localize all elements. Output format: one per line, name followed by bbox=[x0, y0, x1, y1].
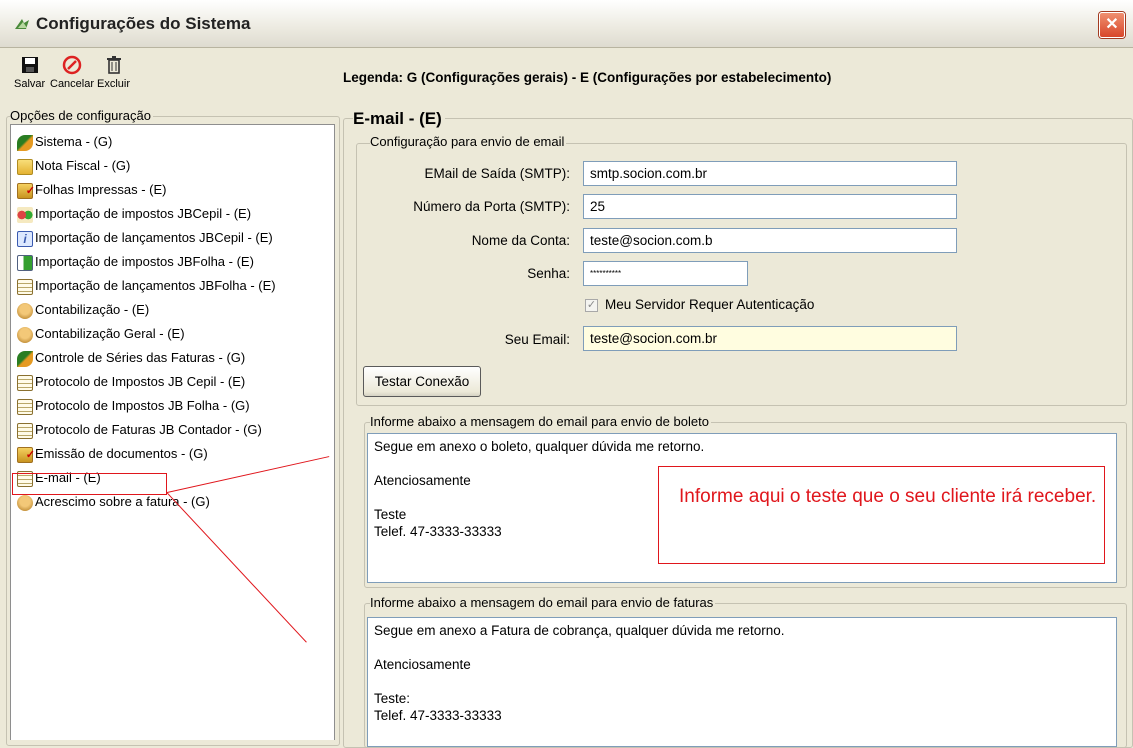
tree-item-label: Protocolo de Impostos JB Cepil - (E) bbox=[35, 374, 246, 389]
tree-item-label: Protocolo de Faturas JB Contador - (G) bbox=[35, 422, 262, 437]
save-button[interactable]: Salvar bbox=[14, 54, 45, 90]
account-input[interactable]: teste@socion.com.b bbox=[583, 228, 957, 253]
tree-item[interactable]: Protocolo de Impostos JB Cepil - (E) bbox=[17, 371, 245, 393]
hand-icon bbox=[17, 326, 33, 343]
checked-folder-icon bbox=[17, 180, 35, 202]
tree-item[interactable]: Emissão de documentos - (G) bbox=[17, 443, 208, 466]
cancel-label: Cancelar bbox=[50, 78, 95, 90]
password-input[interactable]: ********** bbox=[583, 261, 748, 286]
tree-item-label: Controle de Séries das Faturas - (G) bbox=[35, 350, 246, 365]
annotation-callout: Informe aqui o teste que o seu cliente i… bbox=[658, 466, 1105, 564]
your-email-label: Seu Email: bbox=[504, 332, 570, 347]
hand-icon bbox=[17, 302, 33, 319]
app-icon bbox=[15, 19, 29, 29]
smtp-group-title: Configuração para envio de email bbox=[370, 134, 567, 149]
people-icon bbox=[17, 206, 33, 223]
leaf-icon bbox=[17, 134, 33, 151]
account-label: Nome da Conta: bbox=[471, 233, 570, 248]
section-title: E-mail - (E) bbox=[353, 109, 445, 129]
tree-item[interactable]: i Importação de lançamentos JBCepil - (E) bbox=[17, 227, 273, 249]
tree-item[interactable]: Sistema - (G) bbox=[17, 131, 112, 153]
tree-item-label: Emissão de documentos - (G) bbox=[35, 446, 208, 461]
notepad-icon bbox=[17, 422, 33, 439]
notepad-icon bbox=[17, 278, 33, 295]
floppy-disk-icon bbox=[21, 57, 38, 73]
tree-item[interactable]: Protocolo de Impostos JB Folha - (G) bbox=[17, 395, 250, 417]
folder-icon bbox=[17, 158, 33, 175]
notepad-icon bbox=[17, 398, 33, 415]
tree-item[interactable]: Folhas Impressas - (E) bbox=[17, 179, 167, 202]
port-label: Número da Porta (SMTP): bbox=[413, 199, 570, 214]
tree-item-label: Importação de impostos JBFolha - (E) bbox=[35, 254, 254, 269]
cancel-icon bbox=[62, 55, 82, 75]
smtp-input[interactable]: smtp.socion.com.br bbox=[583, 161, 957, 186]
tree-item-label: Importação de lançamentos JBFolha - (E) bbox=[35, 278, 276, 293]
delete-label: Excluir bbox=[97, 78, 131, 90]
tree-item[interactable]: Importação de impostos JBFolha - (E) bbox=[17, 251, 254, 273]
tree-item-label: Protocolo de Impostos JB Folha - (G) bbox=[35, 398, 250, 413]
tree-item[interactable]: Contabilização Geral - (E) bbox=[17, 323, 185, 345]
trash-icon bbox=[106, 56, 121, 74]
tree-item[interactable]: Protocolo de Faturas JB Contador - (G) bbox=[17, 419, 262, 441]
config-tree[interactable]: Sistema - (G) Nota Fiscal - (G) Folhas Imp… bbox=[10, 124, 335, 740]
info-icon: i bbox=[17, 230, 33, 247]
leaf-icon bbox=[17, 350, 33, 367]
notepad-icon bbox=[17, 374, 33, 391]
tree-item-label: Sistema - (G) bbox=[35, 134, 113, 149]
fatura-group-title: Informe abaixo a mensagem do email para … bbox=[370, 595, 716, 610]
tree-item[interactable]: Nota Fiscal - (G) bbox=[17, 155, 130, 177]
test-connection-button[interactable]: Testar Conexão bbox=[363, 366, 481, 397]
port-input[interactable]: 25 bbox=[583, 194, 957, 219]
legend: Legenda: G (Configurações gerais) - E (C… bbox=[343, 70, 832, 85]
tree-item-label: Folhas Impressas - (E) bbox=[35, 182, 167, 197]
auth-checkbox[interactable]: ✓ bbox=[585, 299, 598, 312]
close-button[interactable]: ✕ bbox=[1099, 12, 1125, 38]
selection-highlight bbox=[12, 473, 167, 495]
tree-item[interactable]: Importação de lançamentos JBFolha - (E) bbox=[17, 275, 276, 297]
delete-button[interactable]: Excluir bbox=[97, 54, 130, 90]
tree-item-label: Acrescimo sobre a fatura - (G) bbox=[35, 494, 210, 509]
tree-item-label: Importação de impostos JBCepil - (E) bbox=[35, 206, 252, 221]
tree-item-label: Contabilização Geral - (E) bbox=[35, 326, 185, 341]
your-email-input[interactable]: teste@socion.com.br bbox=[583, 326, 957, 351]
hand-icon bbox=[17, 494, 33, 511]
boleto-group-title: Informe abaixo a mensagem do email para … bbox=[370, 414, 711, 429]
config-options-title: Opções de configuração bbox=[10, 108, 153, 123]
tree-item[interactable]: Contabilização - (E) bbox=[17, 299, 149, 321]
fatura-message-textarea[interactable]: Segue em anexo a Fatura de cobrança, qua… bbox=[367, 617, 1117, 747]
tree-item[interactable]: Controle de Séries das Faturas - (G) bbox=[17, 347, 245, 369]
tree-item-label: Importação de lançamentos JBCepil - (E) bbox=[35, 230, 273, 245]
save-label: Salvar bbox=[14, 78, 46, 90]
tree-item[interactable]: Importação de impostos JBCepil - (E) bbox=[17, 203, 251, 225]
tree-item-label: Contabilização - (E) bbox=[35, 302, 150, 317]
window-title: Configurações do Sistema bbox=[36, 14, 251, 33]
smtp-label: EMail de Saída (SMTP): bbox=[424, 166, 570, 181]
arrow-doc-icon bbox=[17, 254, 33, 271]
checked-folder-icon bbox=[17, 444, 35, 466]
tree-item-label: Nota Fiscal - (G) bbox=[35, 158, 131, 173]
password-label: Senha: bbox=[527, 266, 570, 281]
cancel-button[interactable]: Cancelar bbox=[50, 54, 94, 90]
auth-label: Meu Servidor Requer Autenticação bbox=[605, 297, 815, 312]
title-bar: Configurações do Sistema ✕ bbox=[0, 0, 1133, 48]
